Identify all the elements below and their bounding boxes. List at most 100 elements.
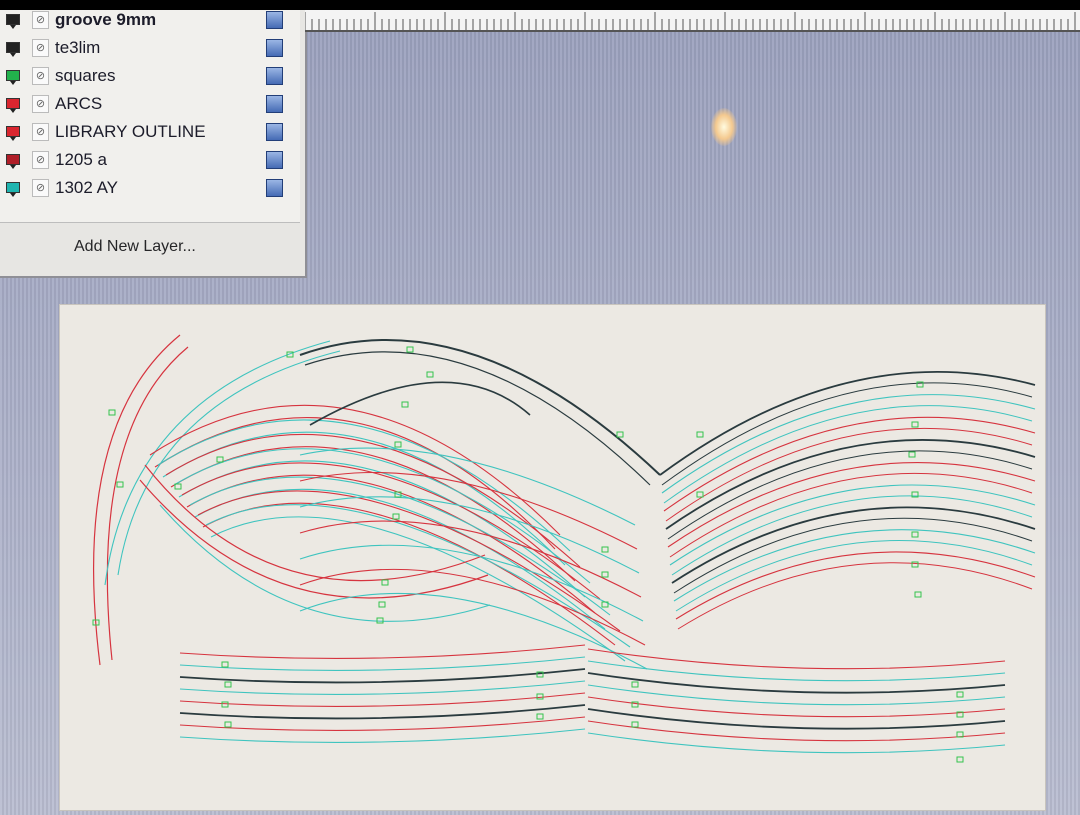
arc-band-right[interactable]: [663, 416, 1036, 512]
bottom-strip-left[interactable]: [179, 716, 586, 731]
layer-color-swatch[interactable]: [6, 154, 20, 169]
square-marker[interactable]: [426, 371, 434, 378]
layer-name[interactable]: LIBRARY OUTLINE: [55, 122, 206, 142]
layer-row[interactable]: ⊘ squares: [0, 62, 300, 90]
arc-band[interactable]: [194, 488, 606, 630]
layer-color-swatch[interactable]: [6, 126, 20, 141]
square-marker[interactable]: [401, 401, 409, 408]
layer-visibility-icon[interactable]: ⊘: [32, 95, 49, 113]
layer-lock-icon[interactable]: [266, 95, 283, 113]
square-marker[interactable]: [378, 601, 386, 608]
layer-lock-icon[interactable]: [266, 39, 283, 57]
bottom-strip-left[interactable]: [179, 680, 586, 695]
square-marker[interactable]: [394, 441, 402, 448]
layer-row[interactable]: ⊘ 1302 AY: [0, 174, 300, 202]
square-marker[interactable]: [536, 713, 544, 720]
arc-band-right[interactable]: [665, 439, 1036, 530]
layer-name[interactable]: squares: [55, 66, 115, 86]
square-marker[interactable]: [221, 661, 229, 668]
layer-color-swatch[interactable]: [6, 182, 20, 197]
layer-row[interactable]: ⊘ ARCS: [0, 90, 300, 118]
arc-groove[interactable]: [309, 381, 531, 426]
layer-color-swatch[interactable]: [6, 14, 20, 29]
layer-visibility-icon[interactable]: ⊘: [32, 179, 49, 197]
layer-lock-icon[interactable]: [266, 67, 283, 85]
square-marker[interactable]: [224, 681, 232, 688]
bottom-strip-left[interactable]: [179, 728, 586, 743]
square-marker[interactable]: [616, 431, 624, 438]
arc-strip-low[interactable]: [144, 464, 486, 582]
bottom-strip-right[interactable]: [587, 672, 1006, 694]
square-marker[interactable]: [696, 431, 704, 438]
layer-name[interactable]: groove 9mm: [55, 10, 156, 30]
square-marker[interactable]: [108, 409, 116, 416]
layer-visibility-icon[interactable]: ⊘: [32, 123, 49, 141]
layer-color-swatch[interactable]: [6, 98, 20, 113]
square-marker[interactable]: [536, 693, 544, 700]
arc-strip-left[interactable]: [93, 334, 181, 666]
layer-row[interactable]: ⊘ 1205 a: [0, 146, 300, 174]
layer-row[interactable]: ⊘ groove 9mm: [0, 6, 300, 34]
arc-band[interactable]: [205, 504, 631, 648]
bottom-strip-left[interactable]: [179, 692, 586, 707]
layer-color-swatch[interactable]: [6, 42, 20, 57]
square-marker[interactable]: [631, 681, 639, 688]
arc-band[interactable]: [165, 433, 581, 568]
bottom-strip-right[interactable]: [587, 648, 1006, 670]
layer-name[interactable]: ARCS: [55, 94, 102, 114]
layer-lock-icon[interactable]: [266, 123, 283, 141]
layer-visibility-icon[interactable]: ⊘: [32, 67, 49, 85]
square-marker[interactable]: [914, 591, 922, 598]
bottom-strip-left[interactable]: [179, 644, 586, 659]
arc-strip-left[interactable]: [106, 346, 189, 661]
bottom-strip-right[interactable]: [587, 696, 1006, 718]
bottom-strip-right[interactable]: [587, 732, 1006, 754]
square-marker[interactable]: [406, 346, 414, 353]
bottom-strip-left[interactable]: [179, 656, 586, 671]
layer-row[interactable]: ⊘ te3lim: [0, 34, 300, 62]
bottom-strip-right[interactable]: [587, 684, 1006, 706]
layer-visibility-icon[interactable]: ⊘: [32, 151, 49, 169]
bottom-strip-right[interactable]: [587, 720, 1006, 742]
square-marker[interactable]: [601, 571, 609, 578]
arc-band-mid[interactable]: [299, 592, 648, 670]
square-marker[interactable]: [221, 701, 229, 708]
layer-name[interactable]: 1205 a: [55, 150, 107, 170]
cad-drawing[interactable]: [60, 305, 1045, 810]
square-marker[interactable]: [911, 531, 919, 538]
arc-band[interactable]: [210, 516, 626, 662]
layer-name[interactable]: te3lim: [55, 38, 100, 58]
arc-band[interactable]: [178, 460, 586, 598]
drawing-sheet[interactable]: [60, 305, 1045, 810]
square-marker[interactable]: [631, 721, 639, 728]
square-marker[interactable]: [696, 491, 704, 498]
arc-band-right[interactable]: [677, 562, 1033, 630]
arc-band-right[interactable]: [659, 371, 1036, 476]
bottom-strip-left[interactable]: [179, 704, 586, 720]
layer-lock-icon[interactable]: [266, 151, 283, 169]
arc-band-right[interactable]: [675, 551, 1036, 620]
arc-strip-low-cyan[interactable]: [159, 504, 491, 622]
bottom-strip-left[interactable]: [179, 668, 586, 684]
square-marker[interactable]: [956, 691, 964, 698]
square-marker[interactable]: [601, 546, 609, 553]
layer-lock-icon[interactable]: [266, 179, 283, 197]
arc-groove[interactable]: [299, 339, 661, 476]
square-marker[interactable]: [392, 513, 400, 520]
arc-band-mid[interactable]: [299, 520, 642, 598]
square-marker[interactable]: [116, 481, 124, 488]
layer-color-swatch[interactable]: [6, 70, 20, 85]
bottom-strip-right[interactable]: [587, 660, 1006, 682]
square-marker[interactable]: [908, 451, 916, 458]
bottom-strip-right[interactable]: [587, 708, 1006, 730]
layer-visibility-icon[interactable]: ⊘: [32, 39, 49, 57]
square-marker[interactable]: [381, 579, 389, 586]
layer-visibility-icon[interactable]: ⊘: [32, 11, 49, 29]
square-marker[interactable]: [224, 721, 232, 728]
square-marker[interactable]: [911, 421, 919, 428]
layer-row[interactable]: ⊘ LIBRARY OUTLINE: [0, 118, 300, 146]
horizontal-ruler[interactable]: [304, 10, 1080, 32]
arc-band-mid[interactable]: [299, 447, 636, 526]
layer-name[interactable]: 1302 AY: [55, 178, 118, 198]
square-marker[interactable]: [956, 756, 964, 763]
